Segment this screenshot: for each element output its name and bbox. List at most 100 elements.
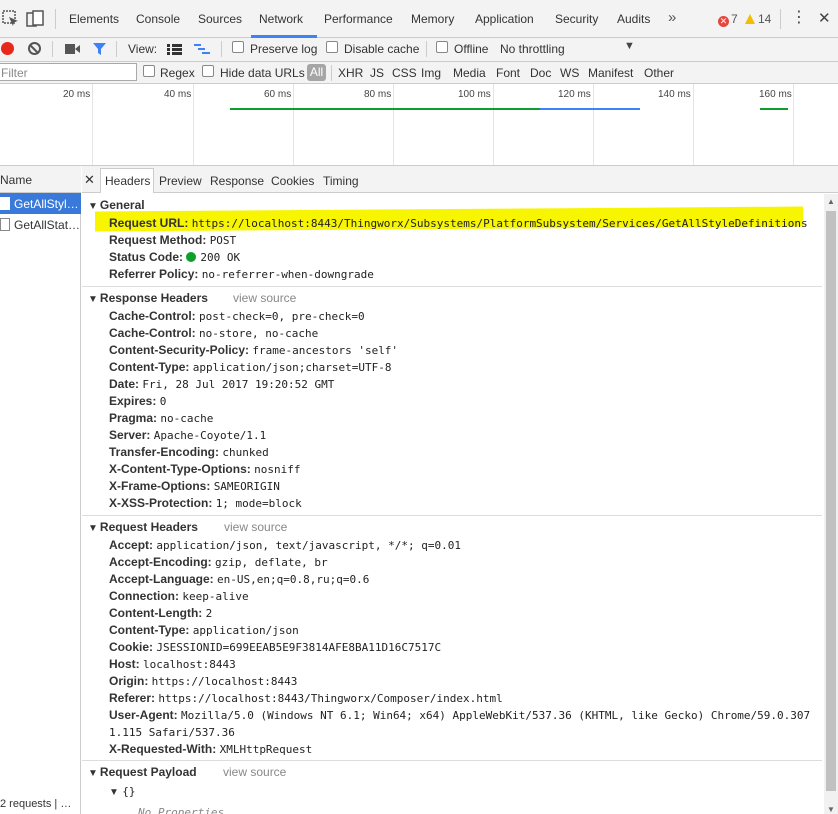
tick-label: 120 ms: [558, 89, 591, 100]
header-row: Content-Security-Policy: frame-ancestors…: [109, 343, 398, 357]
tab-application[interactable]: Application: [475, 12, 534, 26]
type-filter-img[interactable]: Img: [421, 66, 441, 80]
type-filter-doc[interactable]: Doc: [530, 66, 551, 80]
type-filter-js[interactable]: JS: [370, 66, 384, 80]
close-devtools-icon[interactable]: ✕: [818, 9, 831, 27]
type-filter-other[interactable]: Other: [644, 66, 674, 80]
toolbar-divider: [116, 41, 117, 57]
tab-sources[interactable]: Sources: [198, 12, 242, 26]
header-row: Pragma: no-cache: [109, 411, 213, 425]
tab-console[interactable]: Console: [136, 12, 180, 26]
toolbar-divider: [221, 41, 222, 57]
throttling-select[interactable]: No throttling: [500, 42, 565, 56]
header-key: Expires:: [109, 394, 157, 408]
type-filter-manifest[interactable]: Manifest: [588, 66, 633, 80]
header-key: Host:: [109, 657, 140, 671]
clear-icon[interactable]: [28, 42, 41, 55]
filter-icon[interactable]: [92, 42, 107, 56]
section-general[interactable]: ▼ General: [88, 198, 145, 212]
header-row: X-Requested-With: XMLHttpRequest: [109, 742, 312, 756]
name-column-header[interactable]: Name: [0, 166, 81, 193]
offline-checkbox[interactable]: [436, 41, 448, 53]
type-filter-css[interactable]: CSS: [392, 66, 417, 80]
tick-label: 160 ms: [759, 89, 792, 100]
filter-input[interactable]: Filter: [0, 63, 137, 81]
dropdown-caret-icon[interactable]: ▼: [624, 40, 635, 52]
device-toolbar-icon[interactable]: [26, 10, 44, 28]
scroll-down-icon[interactable]: ▼: [827, 805, 835, 814]
large-rows-icon[interactable]: [167, 44, 182, 55]
timeline-overview[interactable]: 20 ms 40 ms 60 ms 80 ms 100 ms 120 ms 14…: [0, 84, 838, 166]
type-filter-font[interactable]: Font: [496, 66, 520, 80]
view-source-link[interactable]: view source: [223, 765, 286, 779]
header-key: Request URL:: [109, 216, 189, 230]
header-value: nosniff: [254, 463, 301, 476]
disable-cache-label: Disable cache: [344, 42, 420, 56]
header-key: Content-Type:: [109, 360, 190, 374]
header-value: SAMEORIGIN: [213, 480, 280, 493]
tab-audits[interactable]: Audits: [617, 12, 650, 26]
header-value: no-cache: [160, 412, 214, 425]
timeline-bar-waiting: [760, 108, 788, 110]
request-row[interactable]: GetAllStyl…: [0, 193, 81, 214]
type-filter-media[interactable]: Media: [453, 66, 486, 80]
tab-performance[interactable]: Performance: [324, 12, 393, 26]
preserve-log-checkbox[interactable]: [232, 41, 244, 53]
header-key: Request Method:: [109, 233, 207, 247]
scroll-up-icon[interactable]: ▲: [827, 197, 835, 206]
grid-line: [393, 84, 394, 165]
tick-label: 40 ms: [164, 89, 192, 100]
header-row: User-Agent: Mozilla/5.0 (Windows NT 6.1;…: [109, 708, 810, 722]
header-row: Origin: https://localhost:8443: [109, 674, 297, 688]
disable-cache-checkbox[interactable]: [326, 41, 338, 53]
more-tabs-button[interactable]: »: [668, 9, 676, 26]
vertical-scrollbar[interactable]: ▲ ▼: [824, 194, 838, 814]
timeline-bar-download: [540, 108, 640, 110]
expand-triangle-icon: ▼: [88, 201, 98, 212]
header-row: Referer: https://localhost:8443/Thingwor…: [109, 691, 503, 705]
section-request-payload[interactable]: ▼ Request Payload: [88, 765, 197, 779]
tab-elements[interactable]: Elements: [69, 12, 119, 26]
section-title: Response Headers: [99, 291, 208, 305]
header-key: Content-Type:: [109, 623, 190, 637]
tab-timing[interactable]: Timing: [323, 174, 359, 188]
tab-headers[interactable]: Headers: [105, 174, 150, 188]
close-detail-icon[interactable]: ✕: [84, 172, 95, 188]
request-row[interactable]: GetAllStat…: [0, 214, 81, 235]
hide-data-urls-checkbox[interactable]: [202, 65, 214, 77]
record-button[interactable]: [1, 42, 14, 55]
tab-network[interactable]: Network: [259, 12, 303, 26]
type-filter-ws[interactable]: WS: [560, 66, 579, 80]
warning-icon: [745, 14, 755, 24]
header-value: post-check=0, pre-check=0: [199, 310, 365, 323]
header-key: Transfer-Encoding:: [109, 445, 220, 459]
tab-cookies[interactable]: Cookies: [271, 174, 314, 188]
capture-screenshots-icon[interactable]: [65, 44, 80, 54]
section-response-headers[interactable]: ▼ Response Headers: [88, 291, 208, 305]
header-row: X-Content-Type-Options: nosniff: [109, 462, 300, 476]
tab-memory[interactable]: Memory: [411, 12, 454, 26]
scrollbar-thumb[interactable]: [826, 211, 836, 791]
header-row: Transfer-Encoding: chunked: [109, 445, 269, 459]
view-source-link[interactable]: view source: [233, 291, 296, 305]
header-value: https://localhost:8443: [151, 675, 298, 688]
payload-tree-root[interactable]: ▼ {}: [109, 784, 136, 798]
header-value: Apache-Coyote/1.1: [153, 429, 267, 442]
section-request-headers[interactable]: ▼ Request Headers: [88, 520, 198, 534]
waterfall-overview-icon[interactable]: [194, 44, 210, 55]
type-filter-xhr[interactable]: XHR: [338, 66, 363, 80]
more-options-icon[interactable]: ⋮: [791, 10, 807, 26]
tab-security[interactable]: Security: [555, 12, 598, 26]
regex-checkbox[interactable]: [143, 65, 155, 77]
inspect-element-icon[interactable]: [2, 10, 20, 28]
payload-root-value: {}: [122, 785, 136, 798]
view-source-link[interactable]: view source: [224, 520, 287, 534]
header-row: Status Code: 200 OK: [109, 250, 240, 264]
warning-count-badge[interactable]: 14: [745, 12, 771, 26]
tab-preview[interactable]: Preview: [159, 174, 202, 188]
header-key: Origin:: [109, 674, 149, 688]
grid-line: [92, 84, 93, 165]
tab-response[interactable]: Response: [210, 174, 264, 188]
error-count-badge[interactable]: ✕ 7: [718, 12, 738, 27]
type-filter-all[interactable]: All: [307, 64, 326, 81]
